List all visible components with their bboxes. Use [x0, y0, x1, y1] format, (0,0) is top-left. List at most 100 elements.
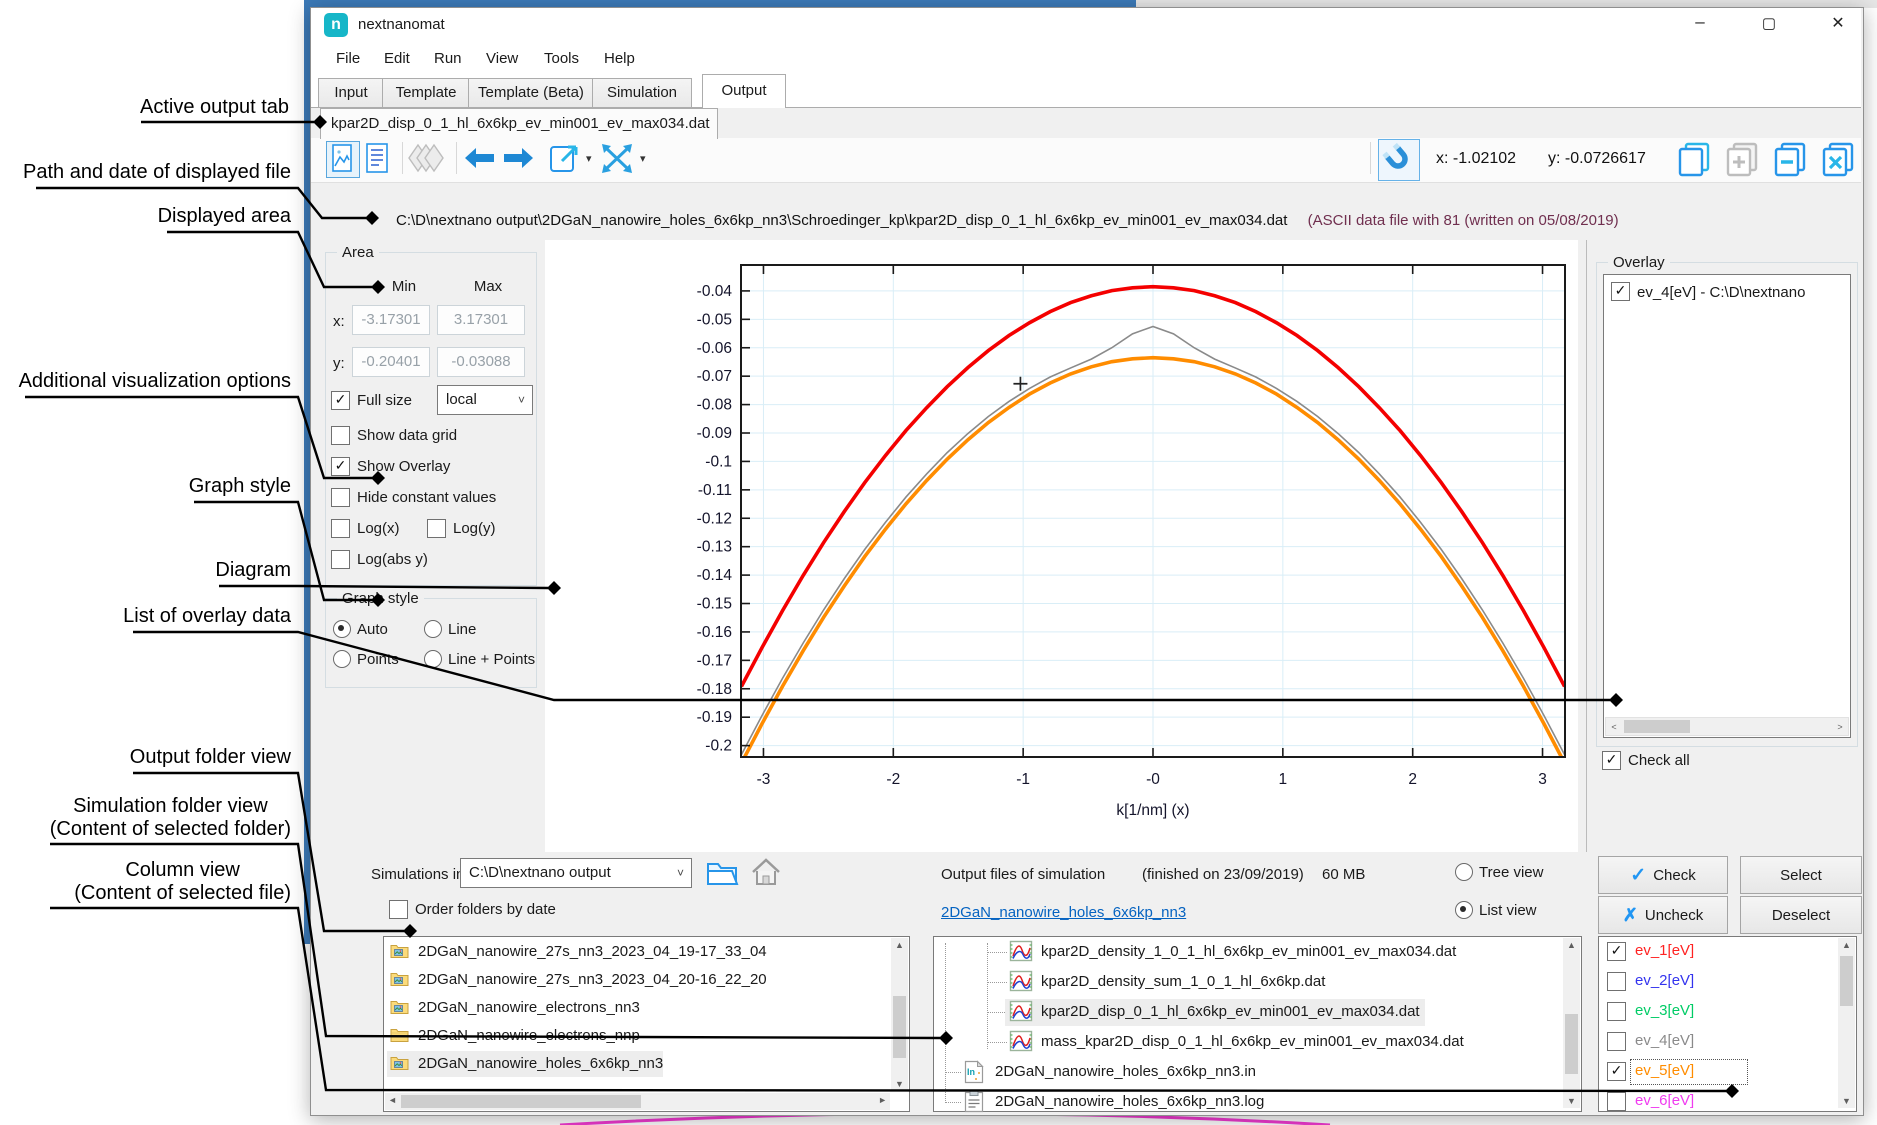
tab-simulation[interactable]: Simulation	[592, 78, 692, 108]
columns-vscrollbar[interactable]: ▲▼	[1838, 938, 1855, 1108]
tab-template-beta[interactable]: Template (Beta)	[468, 78, 594, 108]
column-checkbox[interactable]: ✓	[1607, 1062, 1626, 1081]
menu-run[interactable]: Run	[434, 50, 462, 67]
folder-row[interactable]: 2DGaN_nanowire_holes_6x6kp_nn3	[390, 1053, 890, 1079]
hide-constant-checkbox[interactable]	[331, 488, 350, 507]
column-checkbox[interactable]	[1607, 1092, 1626, 1111]
radio-points[interactable]	[333, 650, 351, 668]
scroll-down-icon[interactable]: ▼	[1842, 1096, 1851, 1106]
folder-row[interactable]: 2DGaN_nanowire_27s_nn3_2023_04_20-16_22_…	[390, 969, 890, 995]
maximize-button[interactable]: ▢	[1756, 14, 1782, 36]
log-abs-checkbox[interactable]	[331, 550, 350, 569]
menu-view[interactable]: View	[486, 50, 518, 67]
uncheck-button[interactable]: ✗ Uncheck	[1598, 896, 1728, 934]
open-folder-icon[interactable]	[706, 858, 740, 888]
overlay-hscrollbar[interactable]: < >	[1605, 717, 1849, 736]
minimize-button[interactable]: –	[1687, 12, 1713, 34]
file-tab[interactable]: kpar2D_disp_0_1_hl_6x6kp_ev_min001_ev_ma…	[320, 108, 718, 139]
column-checkbox[interactable]: ✓	[1607, 942, 1626, 961]
scrollbar-thumb[interactable]	[1624, 720, 1690, 733]
overlay-item-checkbox[interactable]	[1611, 282, 1630, 301]
column-name[interactable]: ev_4[eV]	[1635, 1032, 1694, 1049]
tab-input[interactable]: Input	[318, 78, 384, 108]
folders-hscrollbar[interactable]: ◄►	[385, 1093, 890, 1110]
pages-remove-icon[interactable]	[1772, 141, 1810, 177]
simulations-path-combo[interactable]: C:\D\nextnano output ˅	[460, 858, 692, 888]
file-name[interactable]: mass_kpar2D_disp_0_1_hl_6x6kp_ev_min001_…	[1041, 1033, 1464, 1050]
scroll-right-icon[interactable]: ►	[878, 1095, 887, 1105]
scroll-right-icon[interactable]: >	[1832, 720, 1848, 734]
y-min-input[interactable]: -0.20401	[352, 347, 430, 377]
deselect-button[interactable]: Deselect	[1740, 896, 1862, 934]
snap-magnet-icon[interactable]	[1378, 139, 1420, 181]
column-name[interactable]: ev_1[eV]	[1635, 942, 1694, 959]
y-max-input[interactable]: -0.03088	[437, 347, 525, 377]
file-name[interactable]: kpar2D_density_1_0_1_hl_6x6kp_ev_min001_…	[1041, 943, 1456, 960]
check-button[interactable]: ✓ Check	[1598, 856, 1728, 894]
tree-view-radio[interactable]	[1455, 863, 1473, 881]
file-name[interactable]: kpar2D_density_sum_1_0_1_hl_6x6kp.dat	[1041, 973, 1325, 990]
expand-icon[interactable]	[600, 142, 634, 175]
show-data-grid-checkbox[interactable]	[331, 426, 350, 445]
column-name[interactable]: ev_6[eV]	[1635, 1092, 1694, 1109]
file-name[interactable]: 2DGaN_nanowire_holes_6x6kp_nn3.log	[995, 1093, 1264, 1110]
simulation-link[interactable]: 2DGaN_nanowire_holes_6x6kp_nn3	[941, 904, 1186, 921]
column-list[interactable]: ✓ ev_1[eV] ev_2[eV] ev_3[eV] ev_4[eV] ✓ ev_5[e…	[1598, 936, 1857, 1112]
pages-close-icon[interactable]	[1820, 141, 1858, 177]
folder-row[interactable]: 2DGaN_nanowire_electrons_nnp	[390, 1025, 890, 1051]
menu-help[interactable]: Help	[604, 50, 635, 67]
back-arrow-icon[interactable]	[462, 146, 496, 170]
radio-line[interactable]	[424, 620, 442, 638]
check-all-checkbox[interactable]	[1602, 751, 1621, 770]
show-overlay-checkbox[interactable]	[331, 457, 350, 476]
column-name[interactable]: ev_5[eV]	[1635, 1062, 1694, 1079]
file-name[interactable]: 2DGaN_nanowire_holes_6x6kp_nn3.in	[995, 1063, 1256, 1080]
scroll-left-icon[interactable]: <	[1606, 720, 1622, 734]
scrollbar-thumb[interactable]	[1840, 956, 1853, 1006]
folder-row[interactable]: 2DGaN_nanowire_electrons_nn3	[390, 997, 890, 1023]
column-checkbox[interactable]	[1607, 1032, 1626, 1051]
column-name[interactable]: ev_3[eV]	[1635, 1002, 1694, 1019]
simulation-file-list[interactable]: kpar2D_density_1_0_1_hl_6x6kp_ev_min001_…	[933, 936, 1582, 1112]
scroll-down-icon[interactable]: ▼	[895, 1079, 904, 1089]
scrollbar-thumb[interactable]	[893, 996, 906, 1058]
scale-dropdown[interactable]: local ˅	[437, 385, 533, 415]
log-y-checkbox[interactable]	[427, 519, 446, 538]
radio-auto[interactable]	[333, 620, 351, 638]
scrollbar-thumb[interactable]	[1565, 1014, 1578, 1074]
menu-edit[interactable]: Edit	[384, 50, 410, 67]
x-min-input[interactable]: -3.17301	[352, 305, 430, 335]
folders-vscrollbar[interactable]: ▲▼	[891, 938, 908, 1091]
scroll-up-icon[interactable]: ▲	[1567, 940, 1576, 950]
log-x-checkbox[interactable]	[331, 519, 350, 538]
scroll-down-icon[interactable]: ▼	[1567, 1096, 1576, 1106]
pages-copy-icon[interactable]	[1676, 141, 1714, 177]
tab-template[interactable]: Template	[382, 78, 470, 108]
overlay-item-label[interactable]: ev_4[eV] - C:\D\nextnano	[1637, 284, 1805, 302]
column-name[interactable]: ev_2[eV]	[1635, 972, 1694, 989]
tab-output[interactable]: Output	[702, 74, 786, 108]
file-name[interactable]: kpar2D_disp_0_1_hl_6x6kp_ev_min001_ev_ma…	[1041, 1003, 1420, 1020]
radio-line-points[interactable]	[424, 650, 442, 668]
close-button[interactable]: ✕	[1825, 13, 1851, 35]
diagram-view-icon[interactable]	[326, 141, 360, 178]
expand-caret-icon[interactable]: ▾	[640, 152, 646, 165]
menu-tools[interactable]: Tools	[544, 50, 579, 67]
panel-splitter[interactable]	[1586, 240, 1587, 852]
order-by-date-checkbox[interactable]	[389, 900, 408, 919]
export-caret-icon[interactable]: ▾	[586, 152, 592, 165]
menu-file[interactable]: File	[336, 50, 360, 67]
text-view-icon[interactable]	[364, 143, 390, 174]
select-button[interactable]: Select	[1740, 856, 1862, 894]
folder-row[interactable]: 2DGaN_nanowire_27s_nn3_2023_04_19-17_33_…	[390, 941, 890, 967]
scroll-up-icon[interactable]: ▲	[895, 940, 904, 950]
overlay-listbox[interactable]	[1603, 274, 1851, 738]
scrollbar-thumb[interactable]	[401, 1095, 641, 1108]
files-vscrollbar[interactable]: ▲▼	[1563, 938, 1580, 1108]
forward-arrow-icon[interactable]	[502, 146, 536, 170]
list-view-radio[interactable]	[1455, 901, 1473, 919]
scroll-left-icon[interactable]: ◄	[388, 1095, 397, 1105]
home-icon[interactable]	[750, 857, 782, 888]
diagram-plot[interactable]: -0.04-0.05-0.06-0.07-0.08-0.09-0.1-0.11-…	[545, 240, 1578, 852]
column-checkbox[interactable]	[1607, 972, 1626, 991]
